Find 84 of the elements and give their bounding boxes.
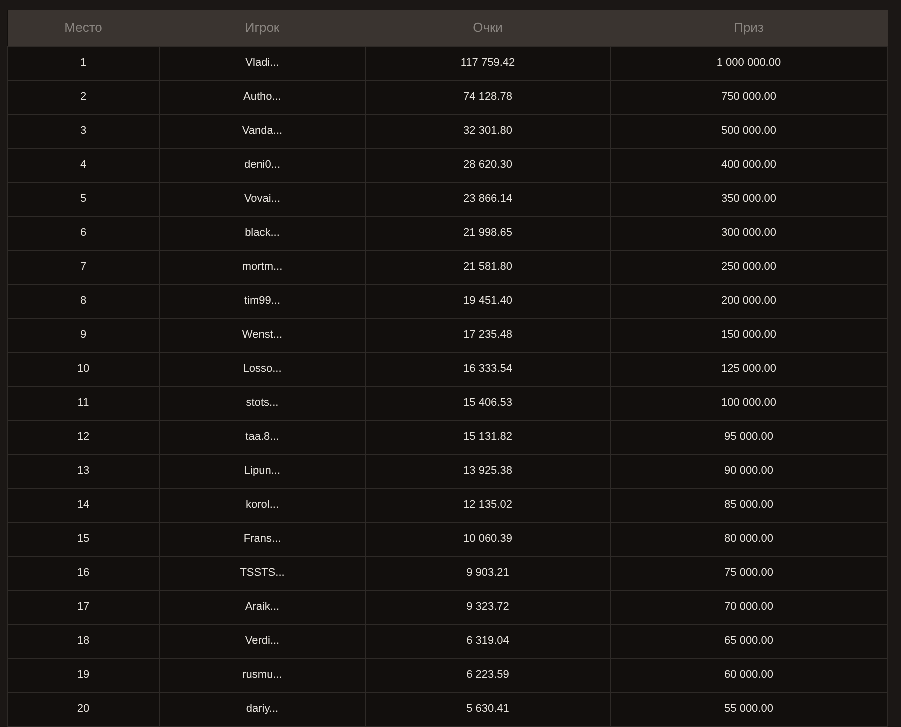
table-cell: 150 000.00 xyxy=(721,328,777,341)
table-cell: 117 759.42 xyxy=(460,56,516,69)
table-cell: 19 451.40 xyxy=(464,294,512,307)
table-cell: 1 000 000.00 xyxy=(716,56,782,69)
column-header: Место xyxy=(64,20,102,35)
table-cell: 250 000.00 xyxy=(721,260,777,273)
table-cell: 9 903.21 xyxy=(466,566,510,579)
table-cell: 10 060.39 xyxy=(464,532,512,545)
table-cell: 15 xyxy=(77,532,90,545)
table-cell: 13 xyxy=(77,464,90,477)
table-cell: 75 000.00 xyxy=(724,566,774,579)
table-cell: 20 xyxy=(77,702,90,715)
table-cell: 17 235.48 xyxy=(464,328,512,341)
table-cell: 9 323.72 xyxy=(466,600,510,613)
table-cell: 19 xyxy=(77,668,90,681)
table-cell: 16 xyxy=(77,566,90,579)
column-header: Приз xyxy=(734,20,764,35)
table-cell: Verdi... xyxy=(245,634,280,647)
table-cell: 90 000.00 xyxy=(724,464,774,477)
table-cell: 18 xyxy=(77,634,90,647)
table-cell: 400 000.00 xyxy=(721,158,777,171)
table-cell: 21 581.80 xyxy=(464,260,512,273)
table-cell: 74 128.78 xyxy=(464,90,512,103)
table-cell: 125 000.00 xyxy=(721,362,777,375)
table-cell: Araik... xyxy=(245,600,280,613)
table-cell: 32 301.80 xyxy=(464,124,512,137)
table-cell: 7 xyxy=(80,260,87,273)
table-cell: 80 000.00 xyxy=(724,532,774,545)
table-cell: 3 xyxy=(80,124,87,137)
table-cell: 14 xyxy=(77,498,90,511)
table-cell: 15 131.82 xyxy=(464,430,512,443)
column-header: Очки xyxy=(473,20,503,35)
table-cell: 85 000.00 xyxy=(724,498,774,511)
table-cell: 12 xyxy=(77,430,90,443)
table-cell: 1 xyxy=(80,56,87,69)
table-cell: 10 xyxy=(77,362,90,375)
table-cell: 11 xyxy=(78,396,90,409)
table-cell: 200 000.00 xyxy=(721,294,777,307)
table-cell: mortm... xyxy=(242,260,283,273)
table-cell: 60 000.00 xyxy=(724,668,774,681)
table-cell: Frans... xyxy=(244,532,282,545)
table-cell: 21 998.65 xyxy=(464,226,512,239)
table-cell: 6 223.59 xyxy=(466,668,510,681)
table-cell: rusmu... xyxy=(242,668,282,681)
table-cell: Autho... xyxy=(244,90,282,103)
table-cell: 2 xyxy=(80,90,87,103)
table-cell: 100 000.00 xyxy=(721,396,777,409)
table-cell: 23 866.14 xyxy=(464,192,512,205)
table-cell: stots... xyxy=(246,396,279,409)
table-cell: 300 000.00 xyxy=(721,226,777,239)
table-cell: Lipun... xyxy=(244,464,281,477)
table-cell: 16 333.54 xyxy=(464,362,512,375)
table-cell: 350 000.00 xyxy=(721,192,777,205)
table-cell: Wenst... xyxy=(242,328,283,341)
table-cell: 65 000.00 xyxy=(724,634,774,647)
table-cell: 9 xyxy=(80,328,87,341)
table-cell: 6 319.04 xyxy=(466,634,510,647)
table-cell: deni0... xyxy=(244,158,281,171)
table-cell: 8 xyxy=(80,294,87,307)
table-cell: 750 000.00 xyxy=(721,90,777,103)
table-cell: Vanda... xyxy=(242,124,283,137)
table-cell: 12 135.02 xyxy=(464,498,512,511)
table-cell: black... xyxy=(245,226,280,239)
table-cell: dariy... xyxy=(246,702,279,715)
table-cell: 15 406.53 xyxy=(464,396,512,409)
table-cell: korol... xyxy=(246,498,279,511)
table-cell: 500 000.00 xyxy=(721,124,777,137)
table-cell: 28 620.30 xyxy=(464,158,512,171)
column-header: Игрок xyxy=(245,20,280,35)
table-cell: 55 000.00 xyxy=(724,702,774,715)
table-cell: 95 000.00 xyxy=(724,430,774,443)
table-cell: Vovai... xyxy=(244,192,281,205)
table-cell: Vladi... xyxy=(246,56,280,69)
table-cell: TSSTS... xyxy=(240,566,285,579)
table-cell: 6 xyxy=(80,226,87,239)
table-cell: taa.8... xyxy=(246,430,280,443)
table-cell: 5 630.41 xyxy=(466,702,510,715)
table-cell: 5 xyxy=(80,192,87,205)
table-cell: tim99... xyxy=(244,294,281,307)
table-cell: 13 925.38 xyxy=(464,464,512,477)
table-cell: 70 000.00 xyxy=(724,600,774,613)
table-cell: Losso... xyxy=(243,362,282,375)
table-cell: 17 xyxy=(77,600,90,613)
table-cell: 4 xyxy=(80,158,87,171)
